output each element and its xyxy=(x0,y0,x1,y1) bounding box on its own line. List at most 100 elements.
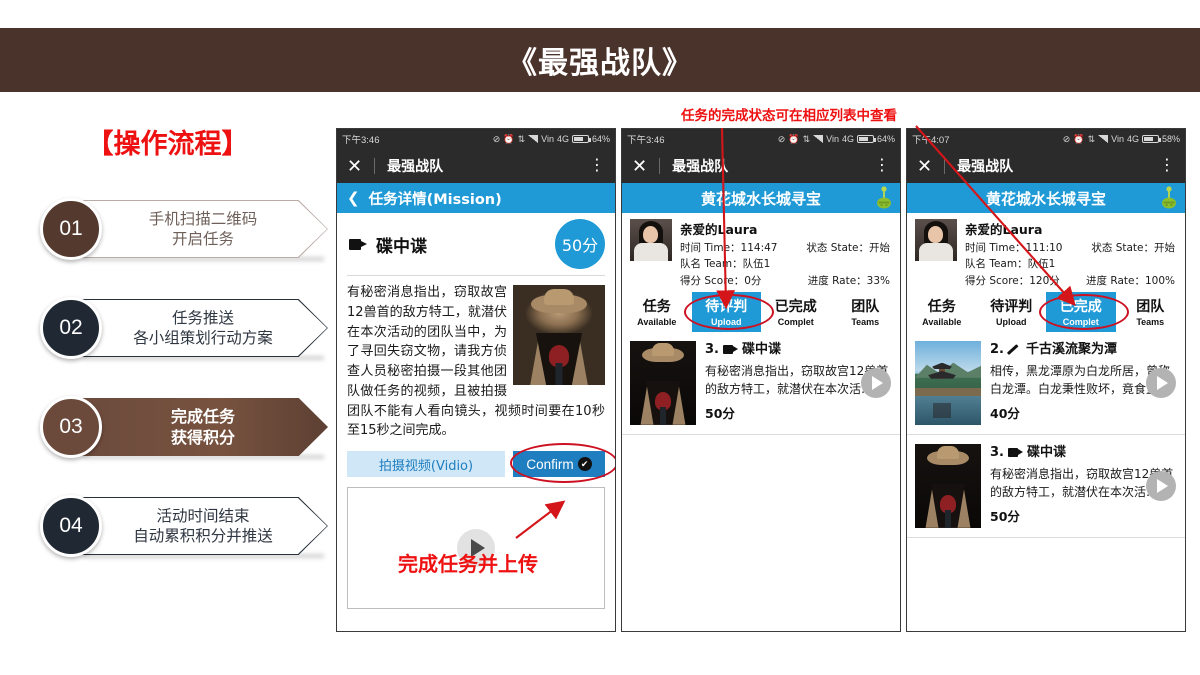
dnd-icon: ⊘ xyxy=(492,133,501,144)
alarm-icon: ⏰ xyxy=(788,133,800,144)
list-item[interactable]: 3. 碟中谍 有秘密消息指出，窃取故宫12兽首的敌方特工，就潜伏在本次活… 50… xyxy=(622,332,900,435)
tab-upload-cn: 待评判 xyxy=(705,299,748,316)
divider xyxy=(659,158,661,174)
task-title: 碟中谍 xyxy=(1026,444,1066,460)
time-field: 时间 Time：114:47 xyxy=(680,242,778,254)
tab-teams[interactable]: 团队 Teams xyxy=(1116,292,1186,332)
divider xyxy=(374,158,376,174)
phone-screenshot-complete-list: 下午4:07 ⊘ ⏰ ⇅ Vin 4G 58% ✕ 最强战队 ⋮ 黄花城水长城寻… xyxy=(906,128,1186,632)
check-icon: ✔ xyxy=(577,457,592,471)
status-bar: 下午3:46 ⊘ ⏰ ⇅ Vin 4G 64% xyxy=(337,129,615,149)
task-index: 3. xyxy=(705,341,719,357)
status-carrier: Vin xyxy=(826,134,839,144)
flow-step-03-line2: 获得积分 xyxy=(170,428,235,447)
more-options-icon[interactable]: ⋮ xyxy=(589,158,605,174)
title-banner: 《最强战队》 xyxy=(0,28,1200,92)
annotation-top-text: 任务的完成状态可在相应列表中查看 xyxy=(681,108,897,124)
tab-teams-cn: 团队 xyxy=(851,299,880,316)
tab-available[interactable]: 任务 Available xyxy=(907,292,977,332)
more-options-icon[interactable]: ⋮ xyxy=(1159,158,1175,174)
status-network: 4G xyxy=(1126,134,1139,144)
tab-teams-en: Teams xyxy=(1136,317,1165,328)
confirm-label: Confirm xyxy=(526,456,574,472)
status-network: 4G xyxy=(556,134,569,144)
activity-title-bar: 黄花城水长城寻宝 xyxy=(907,183,1185,213)
more-options-icon[interactable]: ⋮ xyxy=(874,158,890,174)
signal-icon xyxy=(1098,135,1109,143)
rate-field: 进度 Rate：100% xyxy=(1086,274,1175,287)
back-icon[interactable]: ❮ xyxy=(347,189,360,207)
user-name: 亲爱的Laura xyxy=(680,222,758,237)
close-icon[interactable]: ✕ xyxy=(917,157,932,175)
score-field: 得分 Score：120分 xyxy=(965,274,1060,287)
play-icon[interactable] xyxy=(861,367,891,398)
status-carrier: Vin xyxy=(1111,134,1124,144)
status-battery: 64% xyxy=(591,134,610,144)
close-icon[interactable]: ✕ xyxy=(347,157,362,175)
video-camera-icon xyxy=(349,238,367,250)
activity-title: 黄花城水长城寻宝 xyxy=(700,189,821,208)
video-camera-icon xyxy=(722,344,738,354)
status-battery: 64% xyxy=(876,134,895,144)
flow-step-02-line2: 各小组策划行动方案 xyxy=(133,329,273,347)
dnd-icon: ⊘ xyxy=(777,133,786,144)
task-score: 50分 xyxy=(990,509,1020,525)
tab-complete[interactable]: 已完成 Complet xyxy=(1046,291,1116,332)
list-item[interactable]: 3. 碟中谍 有秘密消息指出，窃取故宫12兽首的敌方特工，就潜伏在本次活… 50… xyxy=(907,435,1185,538)
tab-complete[interactable]: 已完成 Complet xyxy=(761,292,831,332)
flow-step-02-badge: 02 xyxy=(40,297,102,359)
app-title: 最强战队 xyxy=(387,159,444,175)
mission-detail-bar: ❮ 任务详情(Mission) xyxy=(337,183,615,213)
sync-icon: ⇅ xyxy=(802,133,811,144)
treasure-marker-icon xyxy=(1162,186,1176,209)
play-icon[interactable] xyxy=(1146,470,1176,501)
status-battery: 58% xyxy=(1161,134,1180,144)
app-title: 最强战队 xyxy=(957,159,1014,175)
tab-upload-en: Upload xyxy=(996,317,1027,328)
tab-available-en: Available xyxy=(922,317,962,328)
activity-title: 黄花城水长城寻宝 xyxy=(985,189,1106,208)
task-title-row: 3. 碟中谍 xyxy=(705,341,892,359)
tab-teams[interactable]: 团队 Teams xyxy=(831,292,901,332)
flow-step-02-line1: 任务推送 xyxy=(171,308,234,327)
avatar xyxy=(630,219,672,261)
flow-step-02: 任务推送 各小组策划行动方案 02 xyxy=(40,297,328,360)
mission-title: 碟中谍 xyxy=(376,236,427,257)
tab-upload[interactable]: 待评判 Upload xyxy=(691,291,761,332)
status-carrier: Vin xyxy=(541,134,554,144)
flow-step-01: 手机扫描二维码 开启任务 01 xyxy=(40,198,328,261)
list-item[interactable]: 2. 千古溪流聚为潭 相传，黑龙潭原为白龙所居，曾称白龙潭。白龙秉性败坏，竟食童… xyxy=(907,332,1185,435)
mission-action-row: 拍摄视频(Vidio) Confirm ✔ xyxy=(337,441,615,485)
mission-body: 有秘密消息指出，窃取故宫12兽首的敌方特工，就潜伏在本次活动的团队当中，为了寻回… xyxy=(337,276,615,441)
tab-complete-en: Complet xyxy=(777,317,814,328)
battery-icon xyxy=(571,135,591,143)
tab-bar: 任务 Available 待评判 Upload 已完成 Complet 团队 T… xyxy=(907,291,1186,332)
flow-step-01-badge: 01 xyxy=(40,198,102,260)
tab-upload[interactable]: 待评判 Upload xyxy=(977,292,1047,332)
play-icon[interactable] xyxy=(1146,367,1176,398)
alarm-icon: ⏰ xyxy=(503,133,515,144)
task-thumbnail xyxy=(630,340,696,425)
status-bar: 下午4:07 ⊘ ⏰ ⇅ Vin 4G 58% xyxy=(907,129,1185,149)
status-time: 下午3:46 xyxy=(342,135,380,146)
tab-available-cn: 任务 xyxy=(927,299,956,316)
flow-step-03: 完成任务 获得积分 03 xyxy=(40,396,328,459)
battery-icon xyxy=(856,135,876,143)
app-bar: ✕ 最强战队 ⋮ xyxy=(337,149,615,183)
activity-title-bar: 黄花城水长城寻宝 xyxy=(622,183,900,213)
signal-icon xyxy=(813,135,824,143)
status-time: 下午3:46 xyxy=(627,135,665,146)
flow-step-04-line2: 自动累积积分并推送 xyxy=(133,527,273,545)
tab-bar: 任务 Available 待评判 Upload 已完成 Complet 团队 T… xyxy=(622,291,901,332)
confirm-button[interactable]: Confirm ✔ xyxy=(513,451,605,477)
record-video-button[interactable]: 拍摄视频(Vidio) xyxy=(347,451,505,477)
team-info-panel: 亲爱的Laura 时间 Time：111:10 状态 State：开始 队名 T… xyxy=(907,213,1185,292)
task-title: 碟中谍 xyxy=(741,341,781,357)
tab-teams-en: Teams xyxy=(851,317,880,328)
tab-complete-en: Complet xyxy=(1062,317,1099,328)
close-icon[interactable]: ✕ xyxy=(632,157,647,175)
tab-available[interactable]: 任务 Available xyxy=(622,292,692,332)
team-field: 队名 Team：队伍1 xyxy=(965,258,1056,271)
team-field: 队名 Team：队伍1 xyxy=(680,258,771,271)
